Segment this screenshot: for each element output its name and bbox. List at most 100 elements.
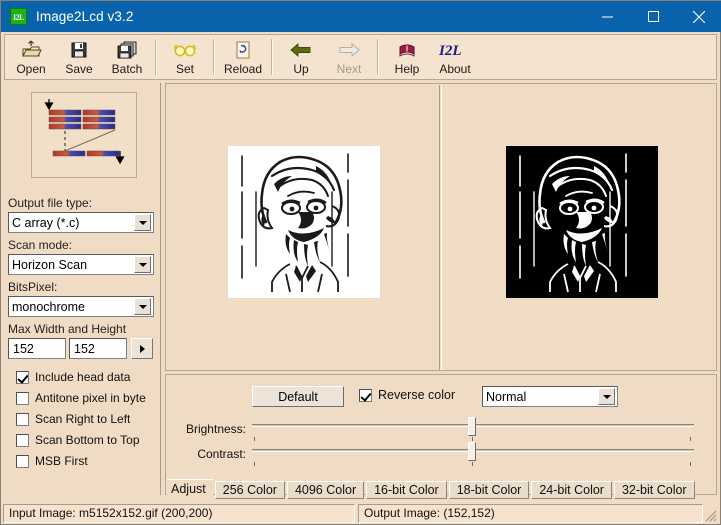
scan-mode-value: Horizon Scan (12, 257, 88, 272)
display-mode-select[interactable]: Normal (482, 386, 618, 407)
slider-thumb[interactable] (468, 417, 476, 436)
output-file-type-label: Output file type: (8, 196, 93, 210)
close-icon[interactable] (676, 1, 721, 32)
tab-16-bit-color[interactable]: 16-bit Color (366, 481, 447, 499)
toolbar-button-set[interactable]: Set (161, 36, 209, 78)
checkbox-label: Scan Bottom to Top (35, 433, 140, 447)
color-depth-tabs: Adjust 256 Color 4096 Color 16-bit Color… (167, 479, 715, 499)
slider-thumb[interactable] (468, 442, 476, 461)
caricature-line-drawing-inverted (506, 146, 658, 298)
toolbar-separator (213, 39, 215, 75)
glasses-icon (172, 38, 198, 61)
toolbar-button-next: Next (325, 36, 373, 78)
checkbox-scan-right-to-left[interactable]: Scan Right to Left (16, 412, 130, 426)
toolbar-separator (271, 39, 273, 75)
minimize-icon[interactable] (584, 1, 630, 32)
checkbox-scan-bottom-to-top[interactable]: Scan Bottom to Top (16, 433, 140, 447)
window-title: Image2Lcd v3.2 (36, 9, 134, 24)
chevron-down-icon[interactable] (134, 256, 151, 273)
main-toolbar: Open Save Batch Set Reload Up Next Help … (4, 34, 717, 80)
status-input-image: Input Image: m5152x152.gif (200,200) (3, 503, 355, 523)
checkbox-box[interactable] (359, 388, 372, 402)
toolbar-label: Next (336, 62, 362, 76)
toolbar-button-up[interactable]: Up (277, 36, 325, 78)
toolbar-button-save[interactable]: Save (55, 36, 103, 78)
resize-grip-icon[interactable] (702, 507, 717, 522)
brightness-label: Brightness: (185, 422, 246, 436)
checkbox-msb-first[interactable]: MSB First (16, 454, 88, 468)
window-controls (584, 1, 721, 32)
default-button[interactable]: Default (252, 386, 344, 407)
maximize-icon[interactable] (630, 1, 676, 32)
scan-mode-select[interactable]: Horizon Scan (8, 254, 154, 275)
preview-divider (439, 85, 442, 370)
panel-splitter[interactable] (160, 83, 164, 495)
contrast-label: Contrast: (197, 447, 246, 461)
chevron-down-icon[interactable] (134, 214, 151, 231)
output-image-preview[interactable] (506, 146, 658, 298)
apply-size-button[interactable] (131, 338, 153, 359)
tab-adjust[interactable]: Adjust (167, 479, 213, 499)
toolbar-button-batch[interactable]: Batch (103, 36, 151, 78)
reverse-color-checkbox[interactable]: Reverse color (359, 388, 455, 402)
horizon-scan-diagram (31, 92, 137, 178)
arrow-right-icon (337, 38, 361, 61)
checkbox-box[interactable] (16, 370, 29, 384)
status-bar: Input Image: m5152x152.gif (200,200) Out… (3, 503, 719, 523)
brightness-slider[interactable] (252, 417, 694, 441)
checkbox-label: Antitone pixel in byte (35, 391, 146, 405)
tab-18-bit-color[interactable]: 18-bit Color (448, 481, 530, 499)
checkbox-label: Include head data (35, 370, 131, 384)
tab-256-color[interactable]: 256 Color (214, 481, 285, 499)
toolbar-label: Set (175, 62, 194, 76)
toolbar-button-help[interactable]: Help (383, 36, 431, 78)
adjust-panel: Default Reverse color Normal Brightness:… (165, 374, 717, 495)
bits-pixel-label: BitsPixel: (8, 280, 58, 294)
slider-tick-min (254, 437, 255, 441)
tab-32-bit-color[interactable]: 32-bit Color (613, 481, 695, 499)
slider-tick-max (690, 437, 691, 441)
output-file-type-value: C array (*.c) (12, 215, 80, 230)
toolbar-label: Open (16, 62, 46, 76)
input-image-preview[interactable] (228, 146, 380, 298)
output-file-type-select[interactable]: C array (*.c) (8, 212, 154, 233)
checkbox-box[interactable] (16, 391, 29, 405)
max-height-input[interactable]: 152 (69, 338, 127, 359)
checkbox-antitone-pixel-in-byte[interactable]: Antitone pixel in byte (16, 391, 146, 405)
help-book-icon (396, 38, 418, 61)
toolbar-button-about[interactable]: I2L About (431, 36, 479, 78)
slider-tick-mid (472, 462, 473, 466)
toolbar-label: Reload (223, 62, 263, 76)
settings-sidebar: Output file type: C array (*.c) Scan mod… (6, 83, 158, 495)
reload-page-icon (233, 38, 253, 61)
slider-tick-mid (472, 437, 473, 441)
status-output-image: Output Image: (152,152) (358, 503, 703, 523)
title-bar: I2L Image2Lcd v3.2 (1, 1, 721, 32)
stacked-disks-icon (115, 38, 139, 61)
toolbar-label: About (439, 62, 471, 76)
max-width-input[interactable]: 152 (8, 338, 66, 359)
toolbar-label: Save (65, 62, 93, 76)
application-window: I2L Image2Lcd v3.2 Open Save Batch Set R… (0, 0, 721, 525)
chevron-down-icon[interactable] (598, 388, 615, 405)
bits-pixel-select[interactable]: monochrome (8, 296, 154, 317)
scan-mode-label: Scan mode: (8, 238, 73, 252)
bits-pixel-value: monochrome (12, 299, 85, 314)
checkbox-label: MSB First (35, 454, 88, 468)
display-mode-value: Normal (486, 389, 527, 404)
checkbox-box[interactable] (16, 454, 29, 468)
tab-4096-color[interactable]: 4096 Color (286, 481, 365, 499)
toolbar-label: Batch (111, 62, 143, 76)
chevron-down-icon[interactable] (134, 298, 151, 315)
checkbox-label: Scan Right to Left (35, 412, 131, 426)
checkbox-box[interactable] (16, 433, 29, 447)
tab-24-bit-color[interactable]: 24-bit Color (531, 481, 612, 499)
toolbar-button-reload[interactable]: Reload (219, 36, 267, 78)
arrow-left-icon (289, 38, 313, 61)
contrast-slider[interactable] (252, 442, 694, 466)
checkbox-include-head-data[interactable]: Include head data (16, 370, 130, 384)
checkbox-box[interactable] (16, 412, 29, 426)
toolbar-button-open[interactable]: Open (7, 36, 55, 78)
open-folder-icon (20, 38, 42, 61)
toolbar-label: Up (293, 62, 309, 76)
